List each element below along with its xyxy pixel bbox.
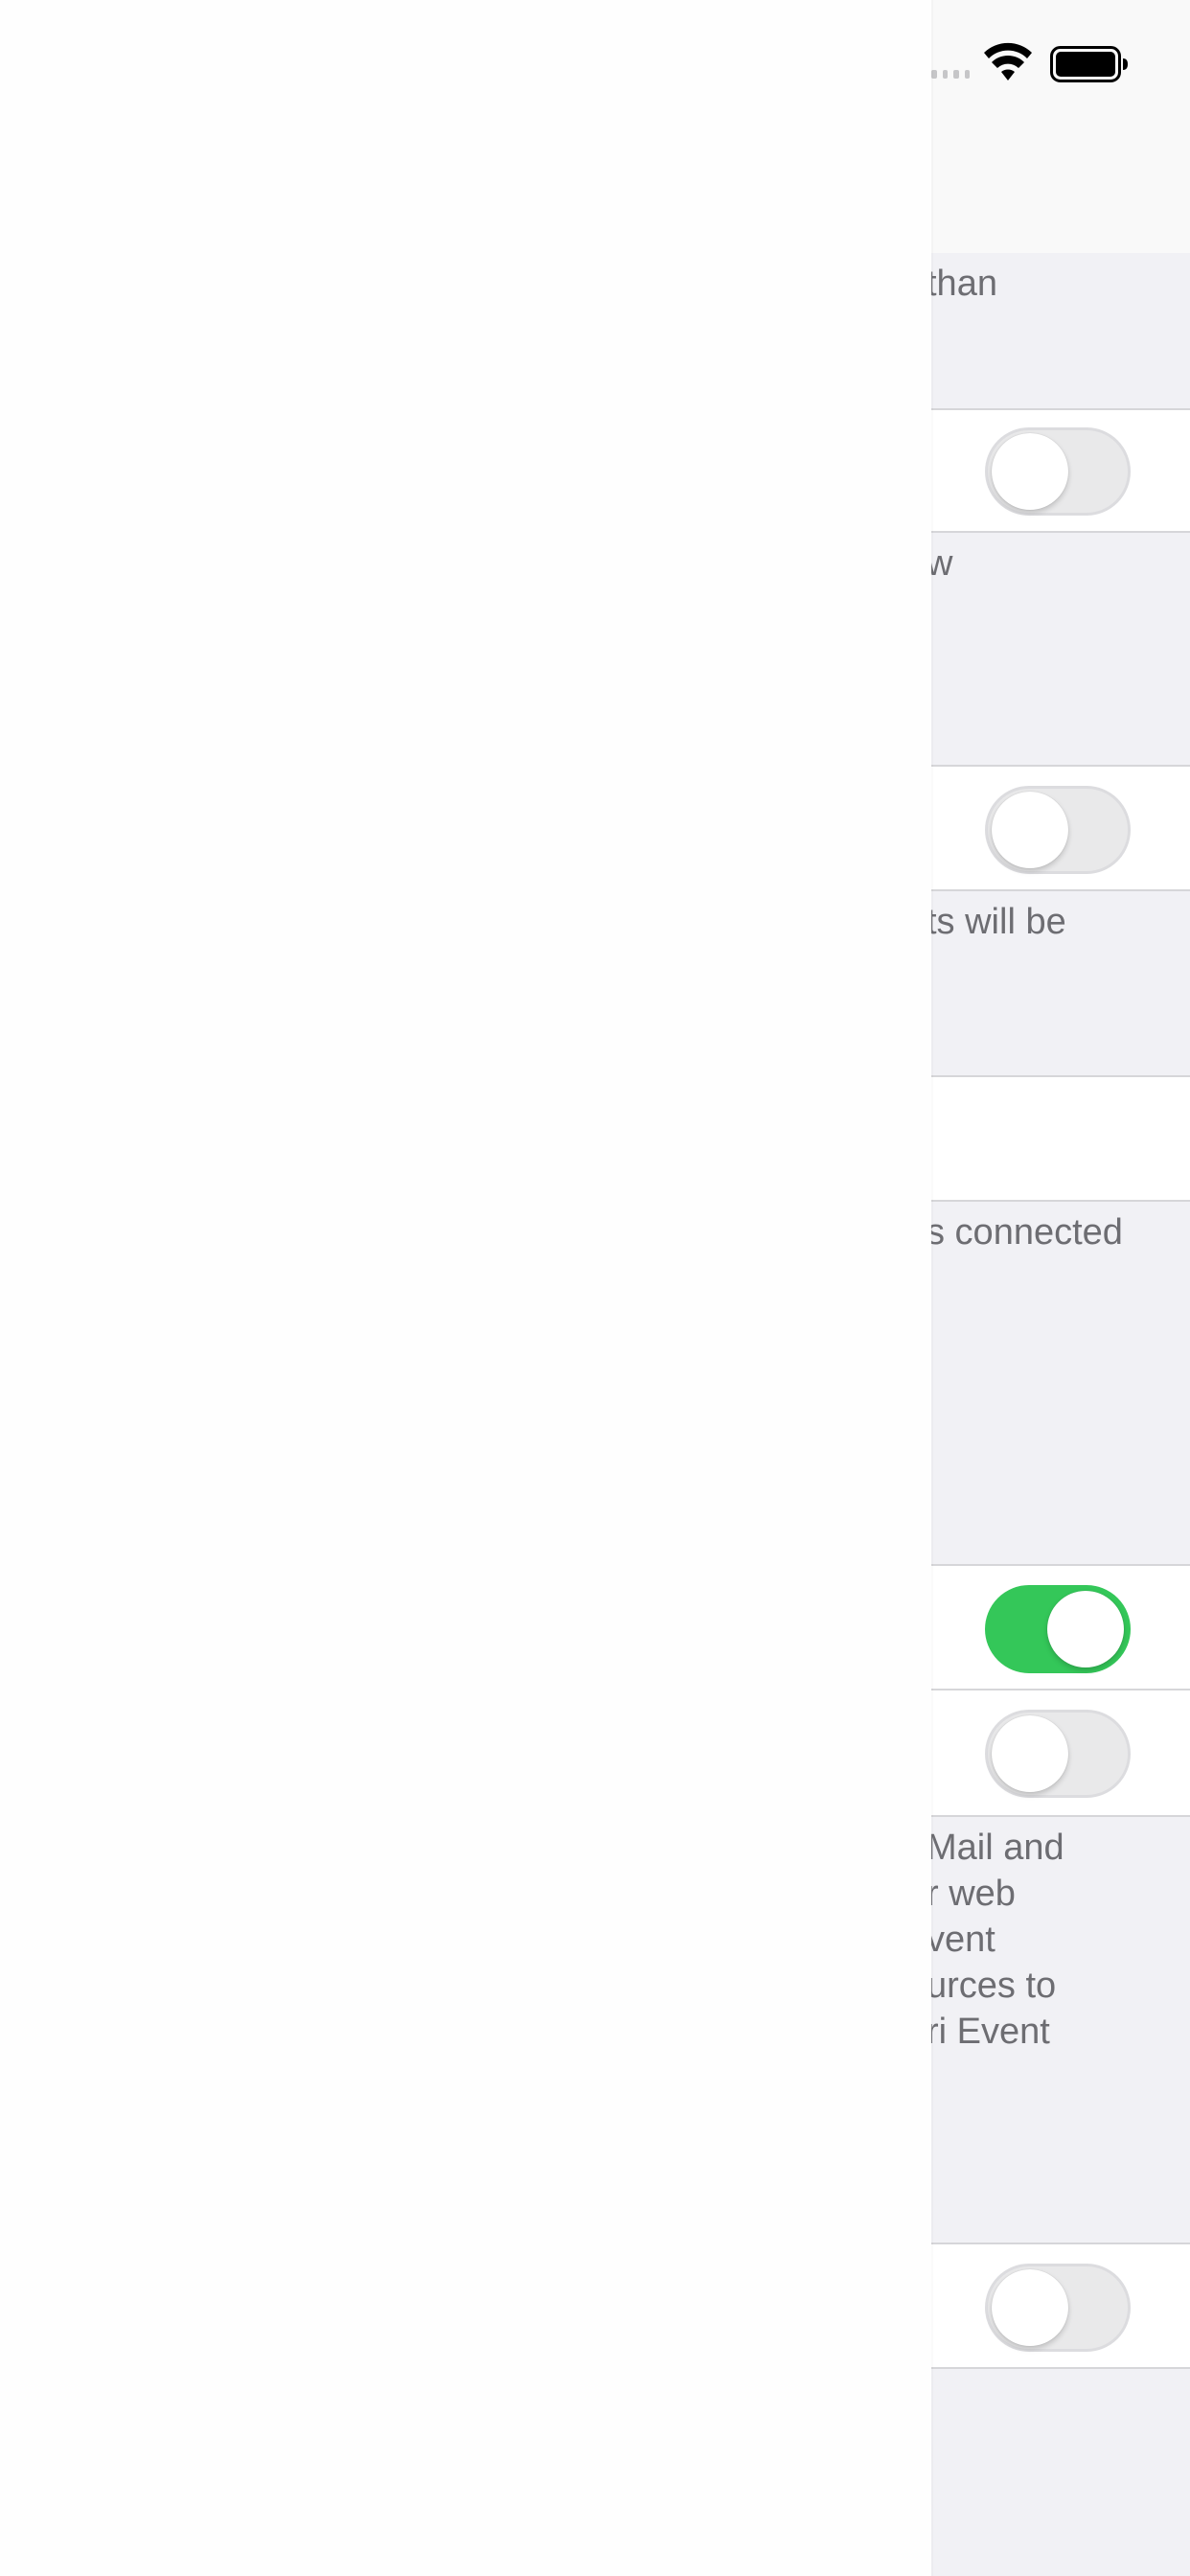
toggle-switch-5[interactable] [985,2264,1131,2352]
toggle-switch-3[interactable] [985,1585,1131,1673]
battery-icon [1050,46,1128,82]
toggle-switch-4[interactable] [985,1710,1131,1798]
toggle-switch-1[interactable] [985,427,1131,516]
toggle-knob [992,792,1068,868]
toggle-knob [992,433,1068,510]
toggle-knob [1047,1591,1124,1668]
toggle-knob [992,1715,1068,1792]
toggle-knob [992,2269,1068,2346]
signal-dots-icon [931,67,970,80]
toggle-switch-2[interactable] [985,786,1131,874]
sliding-panel-overlay[interactable] [0,0,931,2576]
wifi-icon [984,42,1032,80]
